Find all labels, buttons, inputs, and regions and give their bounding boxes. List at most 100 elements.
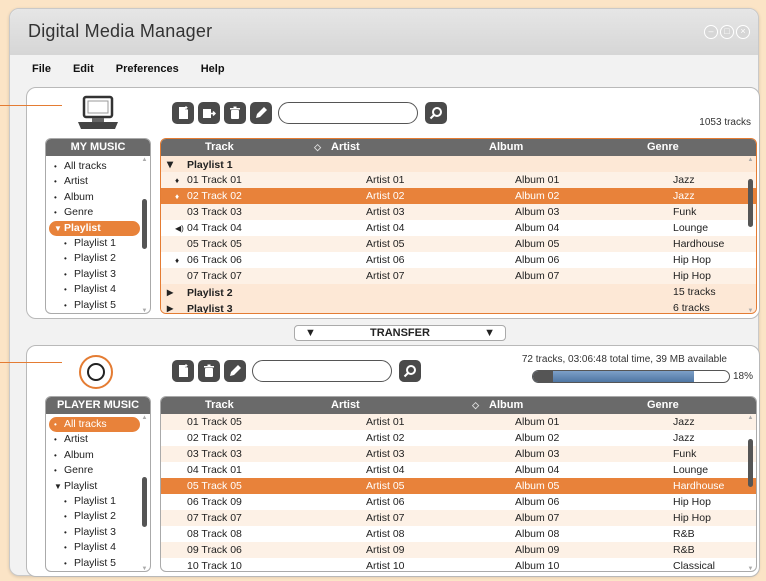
library-search-button[interactable] — [425, 102, 447, 124]
nav-item-all-tracks[interactable]: • All tracks — [46, 159, 150, 174]
table-row[interactable]: 08 Track 08 Artist 08 Album 08 R&B — [161, 526, 756, 542]
bullet-icon: • — [64, 527, 67, 537]
column-genre[interactable]: Genre — [645, 139, 756, 156]
player-status: 72 tracks, 03:06:48 total time, 39 MB av… — [521, 354, 727, 365]
menu-bar: File Edit Preferences Help — [10, 55, 758, 83]
cell-album: Album 05 — [515, 238, 560, 250]
cell-album: Album 08 — [515, 528, 560, 540]
column-album[interactable]: Album — [487, 397, 645, 414]
nav-item-artist[interactable]: • Artist — [46, 432, 150, 447]
cell-track: 05 Track 05 — [161, 478, 329, 494]
app-window: Digital Media Manager – □ × File Edit Pr… — [9, 8, 760, 577]
table-row[interactable]: ♦ 02 Track 02 Artist 02 Album 02 Jazz — [161, 188, 756, 204]
menu-edit[interactable]: Edit — [73, 63, 94, 75]
nav-item-playlist-2[interactable]: • Playlist 2 — [46, 509, 150, 524]
table-row[interactable]: 07 Track 07 Artist 07 Album 07 Hip Hop — [161, 510, 756, 526]
table-row[interactable]: ♦ 06 Track 06 Artist 06 Album 06 Hip Hop — [161, 252, 756, 268]
playlist-group-row[interactable]: ▸ Playlist 2 15 tracks — [161, 284, 756, 300]
table-row[interactable]: 07 Track 07 Artist 07 Album 07 Hip Hop — [161, 268, 756, 284]
table-row[interactable]: 10 Track 10 Artist 10 Album 10 Classical — [161, 558, 756, 571]
close-icon[interactable]: × — [736, 25, 750, 39]
nav-item-playlist[interactable]: ▼ Playlist — [46, 220, 150, 236]
delete-button[interactable] — [198, 360, 220, 382]
nav-item-label: Playlist — [64, 479, 98, 492]
menu-help[interactable]: Help — [201, 63, 225, 75]
sort-icon: ◇ — [472, 400, 479, 410]
table-row[interactable]: 05 Track 05 Artist 05 Album 05 Hardhouse — [161, 236, 756, 252]
track-name: Track 05 — [201, 480, 242, 492]
nav-item-label: All tracks — [64, 418, 107, 430]
nav-item-genre[interactable]: • Genre — [46, 205, 150, 220]
player-search-button[interactable] — [399, 360, 421, 382]
nav-item-playlist-1[interactable]: • Playlist 1 — [46, 494, 150, 509]
player-nav-scrollbar[interactable]: ▲ ▼ — [141, 415, 148, 571]
column-track[interactable]: Track — [161, 397, 329, 414]
triangle-down-icon[interactable]: ▾ — [167, 156, 187, 172]
library-search-input[interactable] — [278, 102, 418, 124]
nav-item-artist[interactable]: • Artist — [46, 174, 150, 189]
edit-button[interactable] — [224, 360, 246, 382]
nav-item-album[interactable]: • Album — [46, 190, 150, 205]
triangle-down-icon: ▼ — [54, 223, 62, 233]
table-row[interactable]: 09 Track 06 Artist 09 Album 09 R&B — [161, 542, 756, 558]
nav-item-playlist-4[interactable]: • Playlist 4 — [46, 540, 150, 555]
triangle-right-icon[interactable]: ▸ — [167, 300, 187, 313]
table-row[interactable]: 03 Track 03 Artist 03 Album 03 Funk — [161, 204, 756, 220]
track-number: 05 — [187, 238, 199, 250]
nav-item-label: Playlist 3 — [74, 525, 117, 538]
nav-item-label: Genre — [64, 464, 94, 477]
delete-button[interactable] — [224, 102, 246, 124]
table-row[interactable]: ◀) 04 Track 04 Artist 04 Album 04 Lounge — [161, 220, 756, 236]
triangle-down-icon: ▼ — [54, 481, 62, 491]
nav-item-playlist-1[interactable]: • Playlist 1 — [46, 236, 150, 251]
triangle-right-icon[interactable]: ▸ — [167, 284, 187, 300]
cell-genre: Hardhouse — [673, 480, 725, 492]
add-to-playlist-button[interactable] — [198, 102, 220, 124]
nav-item-genre[interactable]: • Genre — [46, 463, 150, 478]
nav-item-playlist-5[interactable]: • Playlist 5 — [46, 298, 150, 313]
nav-item-playlist-5[interactable]: • Playlist 5 — [46, 556, 150, 571]
menu-preferences[interactable]: Preferences — [116, 63, 179, 75]
column-artist[interactable]: Artist — [329, 139, 487, 156]
player-table-scrollbar[interactable]: ▲ ▼ — [747, 415, 754, 571]
nav-item-playlist[interactable]: ▼ Playlist — [46, 479, 150, 494]
nav-item-playlist-3[interactable]: • Playlist 3 — [46, 267, 150, 282]
library-nav-scrollbar[interactable]: ▲ ▼ — [141, 157, 148, 313]
table-row[interactable]: ♦ 01 Track 01 Artist 01 Album 01 Jazz — [161, 172, 756, 188]
cell-artist: Artist 04 — [366, 222, 405, 234]
table-row[interactable]: 02 Track 02 Artist 02 Album 02 Jazz — [161, 430, 756, 446]
table-row[interactable]: 01 Track 05 Artist 01 Album 01 Jazz — [161, 414, 756, 430]
playlist-group-row[interactable]: ▸ Playlist 3 6 tracks — [161, 300, 756, 313]
library-table-scrollbar[interactable]: ▲ ▼ — [747, 157, 754, 313]
table-row[interactable]: 06 Track 09 Artist 06 Album 06 Hip Hop — [161, 494, 756, 510]
nav-item-playlist-3[interactable]: • Playlist 3 — [46, 525, 150, 540]
capacity-bar — [532, 370, 730, 383]
player-search-input[interactable] — [252, 360, 392, 382]
transfer-button[interactable]: ▼ TRANSFER ▼ — [294, 325, 506, 341]
table-row[interactable]: 04 Track 01 Artist 04 Album 04 Lounge — [161, 462, 756, 478]
nav-item-label: Playlist 3 — [74, 267, 117, 280]
table-row[interactable]: 03 Track 03 Artist 03 Album 03 Funk — [161, 446, 756, 462]
new-playlist-button[interactable] — [172, 360, 194, 382]
library-toolbar — [172, 102, 447, 124]
nav-item-album[interactable]: • Album — [46, 448, 150, 463]
playlist-group-row[interactable]: ▾ Playlist 1 — [161, 156, 756, 172]
minimize-icon[interactable]: – — [704, 25, 718, 39]
menu-file[interactable]: File — [32, 63, 51, 75]
column-genre[interactable]: Genre — [645, 397, 756, 414]
cell-album — [487, 300, 645, 313]
column-album[interactable]: Album — [487, 139, 645, 156]
table-row[interactable]: 05 Track 05 Artist 05 Album 05 Hardhouse — [161, 478, 756, 494]
search-icon — [429, 107, 442, 120]
nav-item-playlist-2[interactable]: • Playlist 2 — [46, 251, 150, 266]
column-track[interactable]: Track ◇ — [161, 139, 329, 156]
column-artist[interactable]: Artist ◇ — [329, 397, 487, 414]
trash-icon — [204, 364, 214, 377]
new-playlist-button[interactable] — [172, 102, 194, 124]
cell-genre: 15 tracks — [673, 286, 716, 298]
nav-item-all-tracks[interactable]: • All tracks — [46, 417, 150, 433]
edit-button[interactable] — [250, 102, 272, 124]
nav-item-playlist-4[interactable]: • Playlist 4 — [46, 282, 150, 297]
maximize-icon[interactable]: □ — [720, 25, 734, 39]
bullet-icon: • — [54, 466, 57, 476]
